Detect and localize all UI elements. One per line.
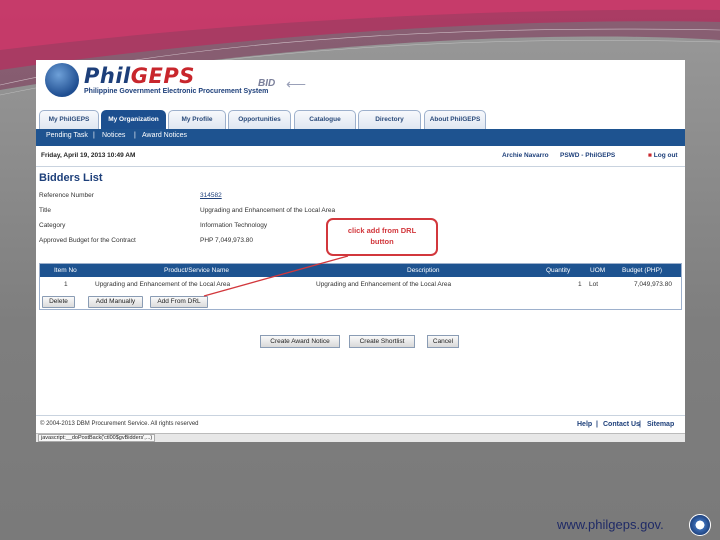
tab-my-philgeps[interactable]: My PhilGEPS	[39, 110, 99, 129]
info-label: Title	[39, 207, 52, 214]
info-label: Category	[39, 222, 66, 229]
table-cell: 1	[578, 281, 582, 288]
slide-website-url: www.philgeps.gov.	[557, 517, 664, 532]
table-cell: 1	[64, 281, 68, 288]
subnav-separator: |	[134, 132, 136, 139]
status-url: javascript:__doPostBack('ctl00$gvBidders…	[38, 434, 156, 442]
arrow-left-icon: ⟵	[286, 76, 307, 92]
subnav-separator: |	[93, 132, 95, 139]
tab-directory[interactable]: Directory	[358, 110, 421, 129]
copyright-text: © 2004-2013 DBM Procurement Service. All…	[40, 421, 199, 427]
user-name: Archie Navarro	[502, 152, 549, 159]
annotation-callout: click add from DRL button	[326, 218, 438, 256]
column-header: Budget (PHP)	[622, 267, 663, 274]
info-value: PHP 7,049,973.80	[200, 237, 254, 244]
sub-navigation: Pending Task | Notices | Award Notices	[36, 129, 685, 146]
help-link[interactable]: Help	[577, 421, 592, 428]
bid-label: BID	[258, 78, 276, 89]
table-cell: Upgrading and Enhancement of the Local A…	[95, 281, 231, 288]
browser-screenshot: PhilGEPS Philippine Government Electroni…	[36, 60, 685, 442]
government-seal-icon	[689, 514, 711, 536]
table-header: Item No Product/Service Name Description…	[40, 264, 681, 277]
delete-button[interactable]: Delete	[42, 296, 75, 308]
tab-my-profile[interactable]: My Profile	[168, 110, 226, 129]
table-cell: 7,049,973.80	[634, 281, 672, 288]
contact-us-link[interactable]: Contact Us	[603, 421, 640, 428]
create-award-notice-button[interactable]: Create Award Notice	[260, 335, 340, 348]
callout-line-1: click add from DRL	[347, 226, 417, 235]
header-logo-area: PhilGEPS Philippine Government Electroni…	[36, 60, 685, 108]
logo-wordmark[interactable]: PhilGEPS	[84, 64, 195, 88]
info-value: Upgrading and Enhancement of the Local A…	[200, 207, 336, 214]
tab-catalogue[interactable]: Catalogue	[294, 110, 356, 129]
main-tabs: My PhilGEPS My Organization My Profile O…	[36, 108, 685, 129]
tab-opportunities[interactable]: Opportunities	[228, 110, 291, 129]
logout-label: Log out	[653, 152, 678, 159]
add-from-drl-button[interactable]: Add From DRL	[150, 296, 208, 308]
column-header: Quantity	[546, 267, 571, 274]
status-bar: Friday, April 19, 2013 10:49 AM Archie N…	[36, 146, 685, 167]
cancel-button[interactable]: Cancel	[427, 335, 459, 348]
subnav-award-notices[interactable]: Award Notices	[142, 132, 187, 139]
logo-subtitle: Philippine Government Electronic Procure…	[84, 88, 269, 95]
footer-separator: |	[596, 421, 598, 428]
bidders-items-table: Item No Product/Service Name Description…	[39, 263, 682, 310]
logo-text-suffix: GEPS	[130, 64, 195, 88]
add-manually-button[interactable]: Add Manually	[88, 296, 143, 308]
page-footer: © 2004-2013 DBM Procurement Service. All…	[36, 415, 685, 433]
subnav-notices[interactable]: Notices	[102, 132, 125, 139]
logout-bullet-icon: ■	[648, 152, 652, 159]
globe-icon	[45, 63, 79, 97]
callout-line-2: button	[370, 237, 394, 246]
tab-about-philgeps[interactable]: About PhilGEPS	[424, 110, 486, 129]
create-shortlist-button[interactable]: Create Shortlist	[349, 335, 415, 348]
organization-name: PSWD - PhilGEPS	[560, 152, 616, 159]
column-header: Product/Service Name	[164, 267, 230, 274]
logo-text-prefix: Phil	[84, 64, 131, 88]
info-label: Reference Number	[39, 192, 94, 199]
info-label: Approved Budget for the Contract	[39, 237, 136, 244]
reference-number-link[interactable]: 314582	[200, 192, 222, 199]
current-date: Friday, April 19, 2013 10:49 AM	[41, 152, 136, 159]
info-row-title: Title Upgrading and Enhancement of the L…	[36, 204, 685, 219]
tab-my-organization[interactable]: My Organization	[101, 110, 166, 129]
page-title: Bidders List	[39, 172, 103, 184]
column-header: Description	[407, 267, 440, 274]
subnav-pending-task[interactable]: Pending Task	[46, 132, 88, 139]
sitemap-link[interactable]: Sitemap	[647, 421, 674, 428]
browser-status-bar: javascript:__doPostBack('ctl00$gvBidders…	[36, 433, 685, 442]
table-cell: Lot	[589, 281, 599, 288]
footer-separator: |	[639, 421, 641, 428]
logout-link[interactable]: ■ Log out	[648, 152, 678, 159]
column-header: UOM	[590, 267, 606, 274]
info-value: Information Technology	[200, 222, 268, 229]
column-header: Item No	[54, 267, 77, 274]
table-cell: Upgrading and Enhancement of the Local A…	[316, 281, 452, 288]
info-row-reference: Reference Number 314582	[36, 189, 685, 204]
